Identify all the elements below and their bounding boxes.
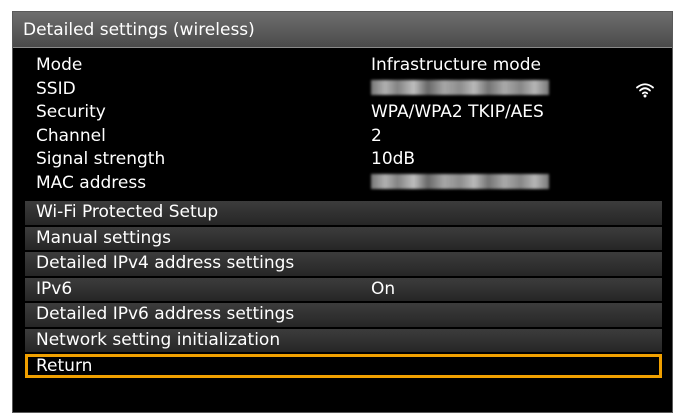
info-row-channel: Channel 2: [13, 125, 672, 149]
info-value: 2: [371, 125, 382, 146]
redacted-blur: [371, 79, 549, 95]
info-row-signal-strength: Signal strength 10dB: [13, 148, 672, 172]
info-row-mac-address: MAC address: [13, 172, 672, 196]
menu-item-label: Detailed IPv4 address settings: [36, 253, 295, 273]
info-row-security: Security WPA/WPA2 TKIP/AES: [13, 101, 672, 125]
settings-dialog: Detailed settings (wireless) Mode Infras…: [12, 11, 673, 413]
menu-item-ipv6[interactable]: IPv6 On: [25, 277, 662, 301]
menu-item-label: Network setting initialization: [36, 329, 281, 350]
info-row-ssid: SSID: [13, 78, 672, 102]
menu-item-ipv6-settings[interactable]: Detailed IPv6 address settings: [25, 303, 662, 327]
info-label: Mode: [36, 55, 83, 75]
menu-item-label: IPv6: [36, 278, 73, 299]
info-label: SSID: [36, 78, 76, 99]
info-label: MAC address: [36, 172, 147, 193]
ipv6-value: On: [371, 278, 396, 299]
wifi-signal-icon: [636, 82, 654, 97]
menu-item-label: Detailed IPv6 address settings: [36, 304, 295, 324]
info-label: Security: [36, 102, 106, 122]
settings-menu: Wi-Fi Protected Setup Manual settings De…: [25, 201, 662, 380]
dialog-title: Detailed settings (wireless): [13, 12, 672, 48]
menu-item-label: Wi-Fi Protected Setup: [36, 202, 219, 222]
menu-item-network-initialization[interactable]: Network setting initialization: [25, 328, 662, 352]
menu-item-label: Return: [36, 356, 93, 376]
info-value: Infrastructure mode: [371, 55, 541, 75]
mac-value-redacted: [371, 172, 549, 196]
info-value: 10dB: [371, 149, 416, 169]
redacted-blur: [371, 173, 549, 189]
wireless-info-panel: Mode Infrastructure mode SSID Security W…: [13, 54, 672, 195]
menu-item-ipv4-settings[interactable]: Detailed IPv4 address settings: [25, 252, 662, 276]
info-value: WPA/WPA2 TKIP/AES: [371, 102, 544, 122]
menu-item-label: Manual settings: [36, 227, 171, 248]
info-label: Channel: [36, 125, 106, 146]
info-row-mode: Mode Infrastructure mode: [13, 54, 672, 78]
menu-item-wifi-protected-setup[interactable]: Wi-Fi Protected Setup: [25, 201, 662, 225]
menu-item-manual-settings[interactable]: Manual settings: [25, 226, 662, 250]
ssid-value-redacted: [371, 78, 549, 102]
menu-item-return[interactable]: Return: [25, 354, 662, 378]
info-label: Signal strength: [36, 149, 166, 169]
